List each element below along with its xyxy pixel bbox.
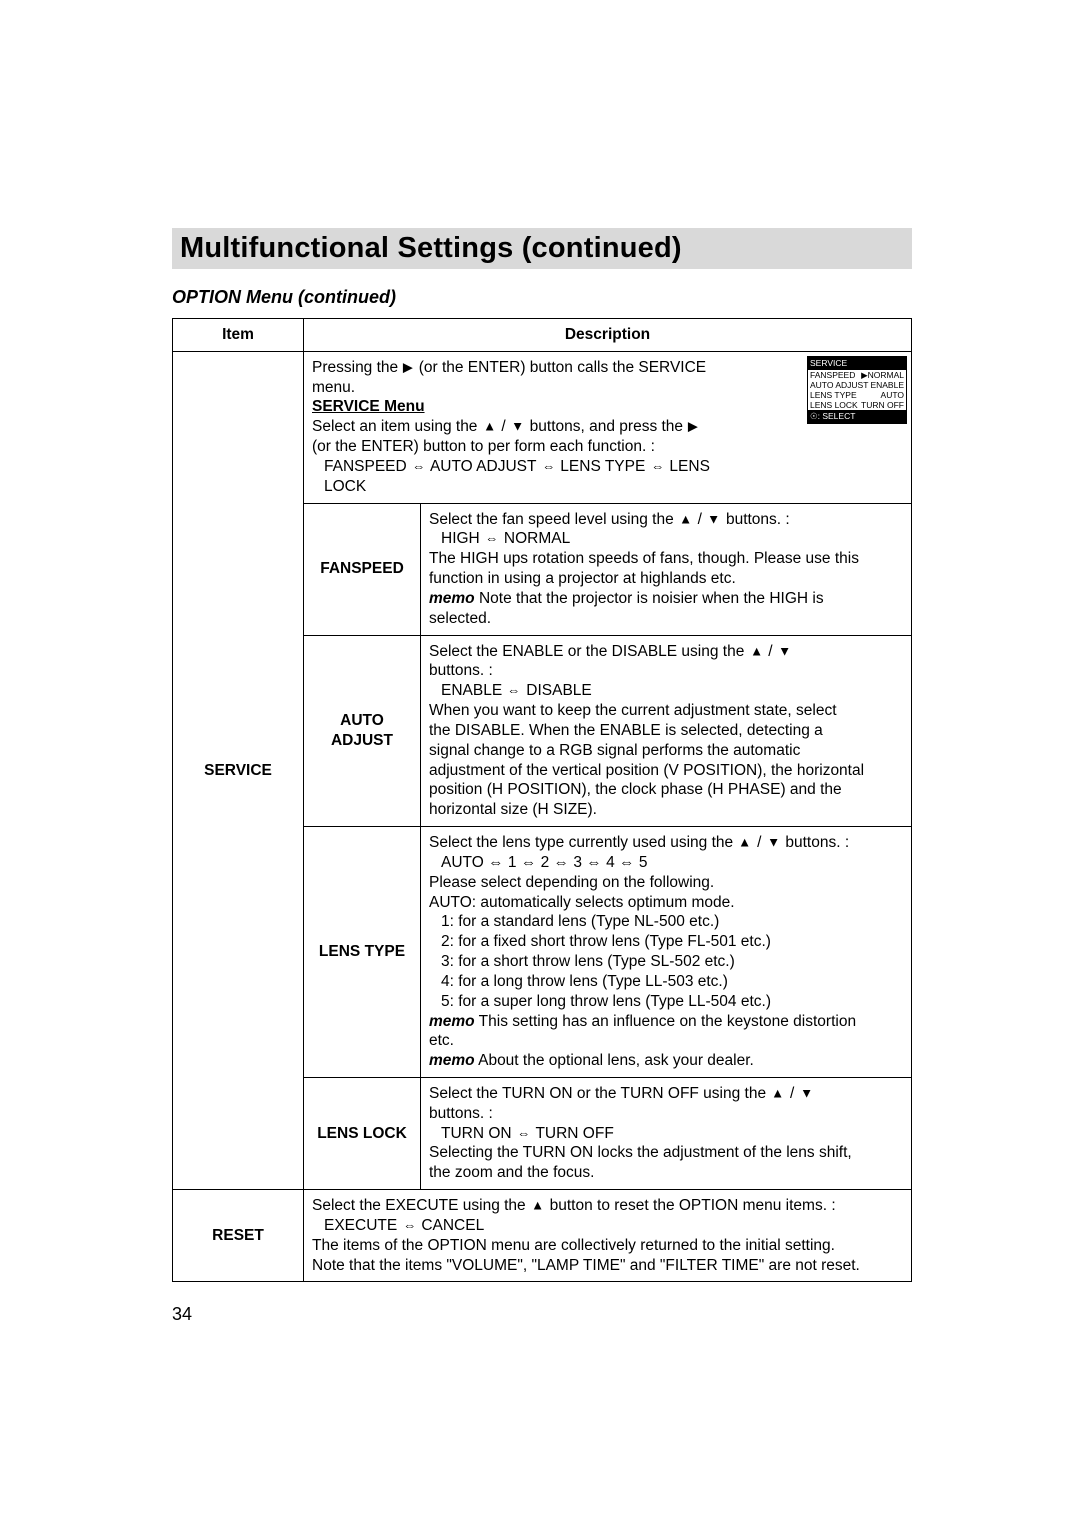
table-header-row: Item Description (173, 319, 912, 352)
lenslock-desc: Select the TURN ON or the TURN OFF using… (421, 1077, 912, 1189)
up-arrow-icon (531, 1198, 544, 1215)
page-title: Multifunctional Settings (continued) (172, 228, 912, 269)
right-arrow-icon (688, 419, 698, 436)
cycle-icon (508, 683, 521, 700)
service-menu-row: LENS LOCK TURN OFF (808, 400, 906, 410)
memo-label: memo (429, 1052, 475, 1069)
service-intro-cell: Pressing the (or the ENTER) button calls… (304, 351, 912, 503)
down-arrow-icon (707, 511, 720, 528)
cycle-icon (542, 458, 555, 475)
cycle-icon (517, 1125, 530, 1142)
reset-row: RESET Select the EXECUTE using the butto… (173, 1190, 912, 1282)
down-arrow-icon (767, 835, 780, 852)
cycle-icon (412, 458, 425, 475)
autoadjust-desc: Select the ENABLE or the DISABLE using t… (421, 635, 912, 826)
autoadjust-label: AUTO ADJUST (304, 635, 421, 826)
lenstype-desc: Select the lens type currently used usin… (421, 827, 912, 1078)
option-table: Item Description SERVICE Pressing the (o… (172, 318, 912, 1282)
down-arrow-icon (778, 643, 791, 660)
service-item-label: SERVICE (173, 351, 304, 1189)
page: Multifunctional Settings (continued) OPT… (0, 0, 1080, 1325)
fanspeed-label: FANSPEED (304, 503, 421, 635)
memo-label: memo (429, 1013, 475, 1030)
cycle-icon (651, 458, 664, 475)
service-menu-graphic-header: SERVICE (808, 357, 906, 370)
lenslock-label: LENS LOCK (304, 1077, 421, 1189)
service-menu-row: AUTO ADJUST ENABLE (808, 380, 906, 390)
up-arrow-icon (679, 511, 692, 528)
down-arrow-icon (511, 419, 524, 436)
memo-label: memo (429, 590, 475, 607)
service-menu-heading: SERVICE Menu (312, 398, 425, 415)
right-arrow-icon (403, 359, 413, 376)
col-item: Item (173, 319, 304, 352)
fanspeed-desc: Select the fan speed level using the / b… (421, 503, 912, 635)
service-menu-row: LENS TYPE AUTO (808, 390, 906, 400)
col-desc: Description (304, 319, 912, 352)
service-menu-graphic: SERVICE FANSPEED NORMAL AUTO ADJUST ENAB… (807, 356, 907, 425)
select-icon (810, 411, 818, 421)
up-arrow-icon (739, 835, 752, 852)
lenstype-label: LENS TYPE (304, 827, 421, 1078)
service-menu-row: FANSPEED NORMAL (808, 370, 906, 380)
intro-text-block: Pressing the (or the ENTER) button calls… (312, 358, 722, 497)
down-arrow-icon (800, 1085, 813, 1102)
cycle-icon (485, 531, 498, 548)
subtitle: OPTION Menu (continued) (172, 287, 912, 308)
reset-label: RESET (173, 1190, 304, 1282)
reset-desc: Select the EXECUTE using the button to r… (304, 1190, 912, 1282)
page-number: 34 (172, 1304, 912, 1325)
service-intro-row: SERVICE Pressing the (or the ENTER) butt… (173, 351, 912, 503)
up-arrow-icon (772, 1085, 785, 1102)
up-arrow-icon (483, 419, 496, 436)
title-text: Multifunctional Settings (continued) (180, 232, 682, 264)
cycle-icon (403, 1217, 416, 1234)
up-arrow-icon (750, 643, 763, 660)
service-menu-graphic-footer: : SELECT (808, 410, 906, 423)
